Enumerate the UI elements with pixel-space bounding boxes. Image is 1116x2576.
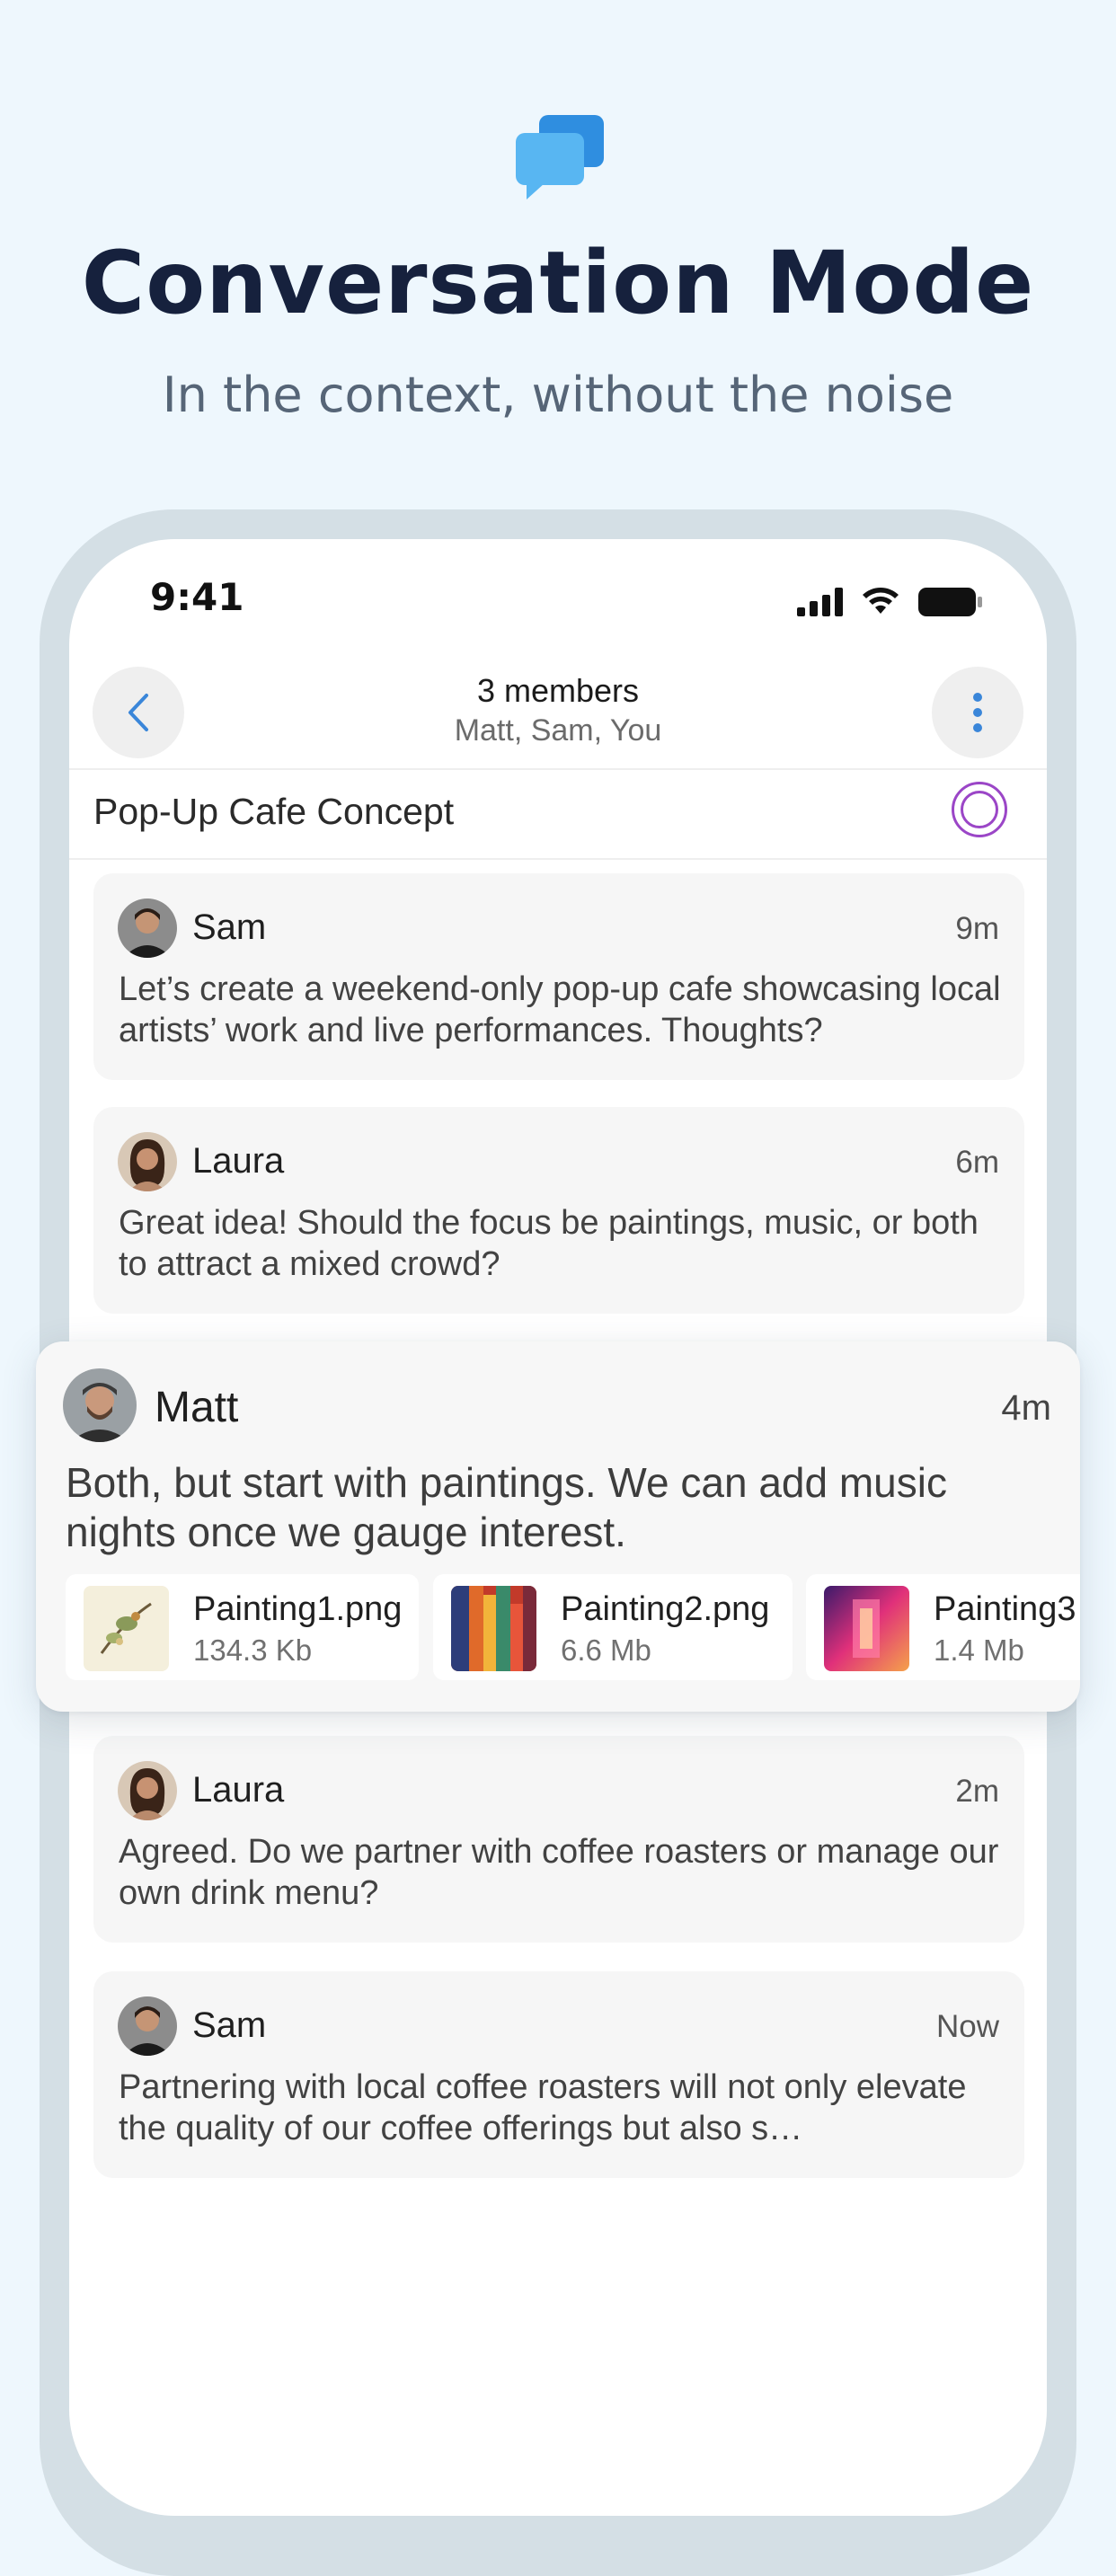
message-author: Laura [192,1770,285,1810]
message-time: 2m [955,1774,999,1809]
message-text: Agreed. Do we partner with coffee roaste… [119,1833,999,1912]
topic-title[interactable]: Pop-Up Cafe Concept [93,791,454,833]
message-text: Great idea! Should the focus be painting… [119,1204,979,1283]
image-thumbnail [84,1586,169,1671]
hero-subtitle: In the context, without the noise [162,367,954,423]
attachment-size: 1.4 Mb [934,1633,1024,1667]
message-time: 4m [1001,1388,1051,1428]
message-card[interactable]: Sam 9m Let’s create a weekend-only pop-u… [93,873,1024,1080]
image-thumbnail [824,1586,909,1671]
message-card[interactable]: Laura 2m Agreed. Do we partner with coff… [93,1736,1024,1943]
message-text: Let’s create a weekend-only pop-up cafe … [119,970,1001,1049]
attachment-size: 6.6 Mb [561,1633,651,1667]
hero-title: Conversation Mode [81,233,1035,333]
image-thumbnail [451,1586,536,1671]
more-options-button[interactable] [932,667,1023,758]
attachment-item[interactable]: Painting2.png 6.6 Mb [433,1574,793,1680]
avatar-sam [118,1996,177,2056]
attachment-name: Painting2.png [561,1590,770,1628]
message-author: Matt [155,1384,239,1431]
attachment-name: Painting1.png [193,1590,403,1628]
avatar-laura [118,1761,177,1820]
members-title[interactable]: 3 members [69,672,1047,710]
avatar-sam [118,899,177,958]
message-author: Sam [192,907,267,947]
topic-status-icon[interactable] [952,782,1007,837]
wifi-icon [863,588,899,614]
members-names: Matt, Sam, You [454,713,662,748]
message-time: 9m [955,911,999,946]
highlighted-message-card[interactable]: Matt 4m Both, but start with paintings. … [36,1341,1080,1712]
attachment-item[interactable]: Painting1.png 134.3 Kb [66,1574,419,1680]
signal-icon [797,588,843,616]
attachment-name: Painting3 [934,1590,1076,1628]
message-text: Both, but start with paintings. We can a… [66,1459,947,1555]
attachment-item[interactable]: Painting3 1.4 Mb [806,1574,1080,1680]
message-author: Laura [192,1141,285,1181]
message-text: Partnering with local coffee roasters wi… [119,2068,967,2147]
more-vertical-icon [973,693,982,732]
message-time: 6m [955,1145,999,1180]
avatar-matt [63,1368,137,1442]
message-author: Sam [192,2005,267,2045]
status-icons [797,586,984,618]
status-time: 9:41 [150,575,244,619]
message-time: Now [935,2009,999,2044]
battery-icon [918,588,982,616]
message-card[interactable]: Sam Now Partnering with local coffee roa… [93,1971,1024,2178]
topic-divider [69,858,1047,860]
attachment-size: 134.3 Kb [193,1633,313,1667]
chat-bubbles-icon [512,113,606,201]
avatar-laura [118,1132,177,1191]
message-card[interactable]: Laura 6m Great idea! Should the focus be… [93,1107,1024,1314]
header-divider [69,768,1047,770]
